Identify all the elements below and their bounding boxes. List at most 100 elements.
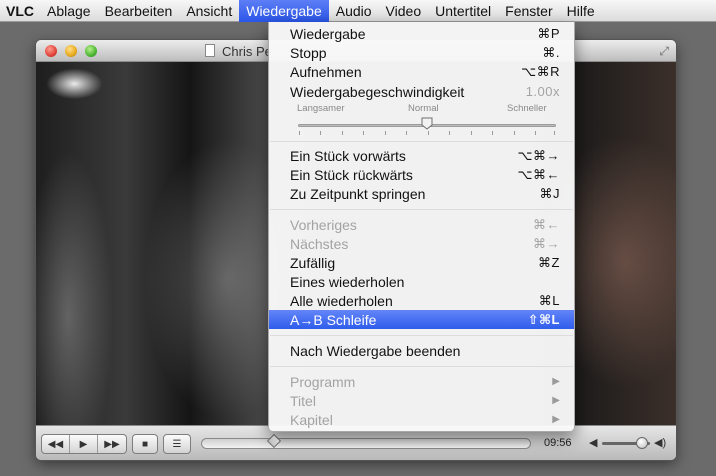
submenu-arrow-icon: ▶	[552, 376, 560, 387]
menu-wiedergabe[interactable]: Wiedergabe	[239, 0, 329, 22]
menu-item-naechstes: Nächstes ⌘→	[269, 234, 574, 253]
menu-item-label: Alle wiederholen	[290, 292, 393, 309]
menu-item-shortcut: ⌘J	[539, 185, 560, 201]
menu-item-shortcut: ⌘L	[538, 292, 560, 308]
speed-slider-knob[interactable]	[421, 117, 433, 130]
menu-fenster[interactable]: Fenster	[498, 0, 559, 22]
menu-item-alle-wiederholen[interactable]: Alle wiederholen ⌘L	[269, 291, 574, 310]
menu-item-shortcut: ⌘←	[533, 216, 560, 232]
menu-separator	[270, 335, 573, 336]
volume-slider-knob[interactable]	[635, 437, 648, 449]
fast-forward-icon: ▶▶	[104, 438, 120, 450]
menu-item-zufaellig[interactable]: Zufällig ⌘Z	[269, 253, 574, 272]
close-window-button[interactable]	[45, 45, 57, 57]
menu-item-titel: Titel ▶	[269, 391, 574, 410]
menu-item-label: Ein Stück rückwärts	[290, 166, 413, 183]
menu-item-label: Nach Wiedergabe beenden	[290, 342, 461, 359]
menu-item-stopp[interactable]: Stopp ⌘.	[269, 43, 574, 62]
menu-item-label: Aufnehmen	[290, 63, 362, 80]
menu-item-shortcut: ⇧⌘L	[527, 311, 560, 327]
menu-item-label: Zu Zeitpunkt springen	[290, 185, 426, 202]
stop-icon: ■	[141, 438, 149, 450]
menu-item-kapitel: Kapitel ▶	[269, 410, 574, 429]
menu-item-shortcut: ⌘.	[542, 44, 560, 60]
fast-forward-button[interactable]: ▶▶	[98, 435, 126, 453]
speed-tick	[406, 131, 407, 135]
menu-item-label: Programm	[290, 373, 356, 390]
speed-tick	[385, 131, 386, 135]
menubar-app-name[interactable]: VLC	[0, 3, 40, 19]
menu-audio[interactable]: Audio	[329, 0, 379, 22]
menu-video[interactable]: Video	[379, 0, 429, 22]
minimize-window-button[interactable]	[65, 45, 77, 57]
volume-slider[interactable]	[602, 437, 650, 449]
menu-separator	[270, 209, 573, 210]
playlist-icon: ☰	[172, 438, 182, 450]
playlist-button-group: ☰	[163, 434, 191, 454]
transport-buttons: ◀◀ ▶ ▶▶	[41, 434, 127, 454]
speed-tick	[363, 131, 364, 135]
menu-item-shortcut: ⌥⌘←	[517, 166, 560, 182]
menu-item-stueck-vorwaerts[interactable]: Ein Stück vorwärts ⌥⌘→	[269, 146, 574, 165]
menu-item-vorheriges: Vorheriges ⌘←	[269, 215, 574, 234]
progress-slider-knob[interactable]	[267, 433, 282, 449]
menu-item-shortcut: ⌘P	[537, 25, 560, 41]
menu-ablage[interactable]: Ablage	[40, 0, 98, 22]
rewind-button[interactable]: ◀◀	[42, 435, 70, 453]
menu-separator	[270, 141, 573, 142]
speed-tick	[299, 131, 300, 135]
speed-tick	[554, 131, 555, 135]
speed-tick	[535, 131, 536, 135]
fullscreen-icon[interactable]: ⤢	[659, 44, 669, 59]
menu-separator	[270, 366, 573, 367]
speed-tick	[514, 131, 515, 135]
menu-item-label: Titel	[290, 392, 316, 409]
menu-ansicht[interactable]: Ansicht	[179, 0, 239, 22]
menu-item-ab-schleife[interactable]: A→B Schleife ⇧⌘L	[269, 310, 574, 329]
time-display[interactable]: 09:56	[544, 437, 572, 449]
menu-item-label: A→B Schleife	[290, 311, 377, 328]
menu-item-wiedergabe[interactable]: Wiedergabe ⌘P	[269, 24, 574, 43]
menu-item-label: Vorheriges	[290, 216, 357, 233]
menu-item-eines-wiederholen[interactable]: Eines wiederholen	[269, 272, 574, 291]
menu-item-aufnehmen[interactable]: Aufnehmen ⌥⌘R	[269, 62, 574, 81]
menu-bearbeiten[interactable]: Bearbeiten	[98, 0, 180, 22]
submenu-arrow-icon: ▶	[552, 414, 560, 425]
menu-hilfe[interactable]: Hilfe	[560, 0, 602, 22]
speed-value: 1.00x	[525, 84, 560, 99]
speed-faster-label: Schneller	[507, 103, 547, 114]
wiedergabe-dropdown-menu: Wiedergabe ⌘P Stopp ⌘. Aufnehmen ⌥⌘R Wie…	[268, 22, 575, 432]
menu-item-shortcut: ⌘Z	[538, 254, 560, 270]
progress-slider[interactable]	[201, 433, 531, 449]
menu-item-shortcut: ⌥⌘→	[517, 147, 560, 163]
menu-item-label: Eines wiederholen	[290, 273, 405, 290]
speed-tick	[449, 131, 450, 135]
menu-item-programm: Programm ▶	[269, 372, 574, 391]
rewind-icon: ◀◀	[47, 438, 64, 450]
menu-item-label: Stopp	[290, 44, 327, 61]
speed-tick	[492, 131, 493, 135]
document-icon	[205, 44, 215, 57]
speed-slider-labels: Langsamer Normal Schneller	[297, 103, 557, 115]
menu-item-shortcut: ⌥⌘R	[521, 63, 560, 79]
menu-item-nach-wiedergabe-beenden[interactable]: Nach Wiedergabe beenden	[269, 341, 574, 360]
speed-tick	[471, 131, 472, 135]
menu-item-label: Zufällig	[290, 254, 336, 271]
zoom-window-button[interactable]	[85, 45, 97, 57]
stop-button-group: ■	[132, 434, 158, 454]
volume-high-icon[interactable]: ◀)	[654, 436, 666, 449]
menu-untertitel[interactable]: Untertitel	[428, 0, 498, 22]
playlist-button[interactable]: ☰	[164, 435, 190, 453]
menu-item-shortcut: ⌘→	[533, 235, 560, 251]
menu-item-zu-zeitpunkt-springen[interactable]: Zu Zeitpunkt springen ⌘J	[269, 184, 574, 203]
play-icon: ▶	[79, 438, 88, 450]
stop-button[interactable]: ■	[133, 435, 157, 453]
play-button[interactable]: ▶	[70, 435, 98, 453]
menubar: VLC Ablage Bearbeiten Ansicht Wiedergabe…	[0, 0, 716, 22]
window-title: Chris Pe	[222, 44, 272, 59]
menu-item-label: Wiedergabe	[290, 25, 366, 42]
speed-tick	[320, 131, 321, 135]
menu-item-stueck-rueckwaerts[interactable]: Ein Stück rückwärts ⌥⌘←	[269, 165, 574, 184]
speed-tick	[428, 131, 429, 135]
volume-low-icon[interactable]: ◀	[589, 436, 597, 449]
